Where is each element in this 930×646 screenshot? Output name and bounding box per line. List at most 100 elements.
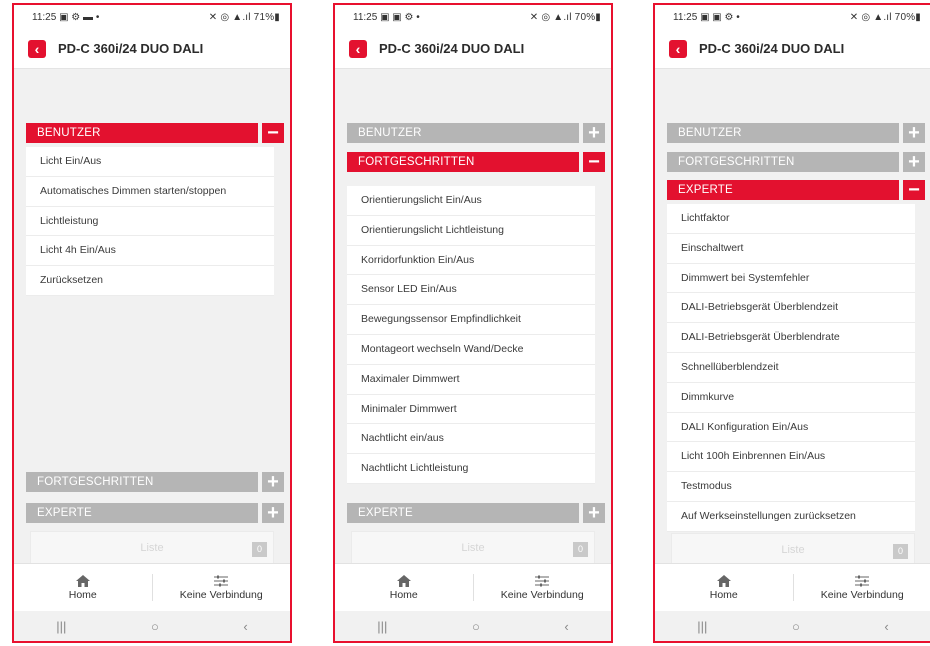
status-time: 11:25 xyxy=(353,11,378,23)
connection-label: Keine Verbindung xyxy=(820,588,904,601)
recent-apps-icon[interactable]: ||| xyxy=(377,619,387,634)
home-label: Home xyxy=(389,588,418,601)
expand-plus-icon[interactable]: + xyxy=(262,471,284,493)
list-item[interactable]: Nachtlicht ein/aus xyxy=(347,424,595,455)
section-label: EXPERTE xyxy=(667,180,899,200)
collapse-minus-icon[interactable]: − xyxy=(583,151,605,173)
list-item[interactable]: Dimmwert bei Systemfehler xyxy=(667,264,915,294)
section-fortgeschritten[interactable]: FORTGESCHRITTEN + xyxy=(667,151,925,173)
sliders-icon xyxy=(535,575,550,586)
expand-plus-icon[interactable]: + xyxy=(262,502,284,524)
liste-label: Liste xyxy=(140,542,164,554)
list-item[interactable]: Orientierungslicht Lichtleistung xyxy=(347,216,595,246)
list-item[interactable]: Licht Ein/Aus xyxy=(26,147,274,177)
liste-label: Liste xyxy=(781,544,805,556)
list-item[interactable]: Licht 4h Ein/Aus xyxy=(26,236,274,267)
section-label: EXPERTE xyxy=(26,503,258,523)
list-item[interactable]: Montageort wechseln Wand/Decke xyxy=(347,335,595,365)
list-item[interactable]: Zurücksetzen xyxy=(26,266,274,296)
settings-list: Licht Ein/Aus Automatisches Dimmen start… xyxy=(26,147,274,296)
bottom-nav: Home Keine Verbindung xyxy=(14,563,290,611)
liste-count-badge: 0 xyxy=(893,544,908,559)
status-time: 11:25 xyxy=(673,11,698,23)
settings-list: Lichtfaktor Einschaltwert Dimmwert bei S… xyxy=(667,204,915,532)
section-label: BENUTZER xyxy=(26,123,258,143)
section-benutzer[interactable]: BENUTZER + xyxy=(347,122,605,144)
bottom-nav: Home Keine Verbindung xyxy=(335,563,611,611)
section-experte[interactable]: EXPERTE + xyxy=(347,502,605,524)
list-item[interactable]: Sensor LED Ein/Aus xyxy=(347,275,595,306)
list-item[interactable]: Licht 100h Einbrennen Ein/Aus xyxy=(667,442,915,473)
bottom-nav: Home Keine Verbindung xyxy=(655,563,930,611)
home-circle-icon[interactable]: ○ xyxy=(151,619,159,634)
expand-plus-icon[interactable]: + xyxy=(903,122,925,144)
section-fortgeschritten[interactable]: FORTGESCHRITTEN + xyxy=(26,471,284,493)
list-item[interactable]: Orientierungslicht Ein/Aus xyxy=(347,186,595,216)
status-left: 11:25 ▣ ⚙ ▬ • xyxy=(32,12,99,23)
list-item[interactable]: Bewegungssensor Empfindlichkeit xyxy=(347,305,595,335)
screenshot-collage: 11:25 ▣ ⚙ ▬ • ✕ ◎ ▲.ıl 71%▮ ‹ PD-C 360i/… xyxy=(0,0,930,646)
liste-box[interactable]: Liste 0 xyxy=(351,531,595,565)
section-fortgeschritten[interactable]: FORTGESCHRITTEN − xyxy=(347,151,605,173)
home-icon xyxy=(396,574,411,587)
back-arrow-icon[interactable]: ‹ xyxy=(28,39,46,58)
recent-apps-icon[interactable]: ||| xyxy=(697,619,707,634)
home-nav-button[interactable]: Home xyxy=(655,564,793,611)
list-item[interactable]: Lichtleistung xyxy=(26,207,274,237)
collapse-minus-icon[interactable]: − xyxy=(262,122,284,144)
list-item[interactable]: Automatisches Dimmen starten/stoppen xyxy=(26,177,274,207)
list-item[interactable]: Testmodus xyxy=(667,472,915,502)
home-nav-button[interactable]: Home xyxy=(335,564,473,611)
expand-plus-icon[interactable]: + xyxy=(583,502,605,524)
list-item[interactable]: DALI-Betriebsgerät Überblendrate xyxy=(667,323,915,353)
liste-count-badge: 0 xyxy=(252,542,267,557)
list-item[interactable]: Lichtfaktor xyxy=(667,204,915,234)
back-chevron-icon[interactable]: ‹ xyxy=(884,619,888,634)
list-item[interactable]: Maximaler Dimmwert xyxy=(347,365,595,395)
home-nav-button[interactable]: Home xyxy=(14,564,152,611)
status-icons: ▣ ⚙ ▬ • xyxy=(59,11,100,23)
status-bar: 11:25 ▣ ⚙ ▬ • ✕ ◎ ▲.ıl 71%▮ xyxy=(14,5,290,29)
section-label: FORTGESCHRITTEN xyxy=(347,152,579,172)
status-right: ✕ ◎ ▲.ıl 70%▮ xyxy=(529,11,601,23)
app-header: ‹ PD-C 360i/24 DUO DALI xyxy=(14,29,290,69)
expand-plus-icon[interactable]: + xyxy=(903,151,925,173)
back-arrow-icon[interactable]: ‹ xyxy=(349,39,367,58)
home-circle-icon[interactable]: ○ xyxy=(792,619,800,634)
section-label: FORTGESCHRITTEN xyxy=(26,472,258,492)
list-item[interactable]: Nachtlicht Lichtleistung xyxy=(347,454,595,484)
connection-nav-button[interactable]: Keine Verbindung xyxy=(153,564,291,611)
list-item[interactable]: Dimmkurve xyxy=(667,383,915,413)
list-item[interactable]: DALI Konfiguration Ein/Aus xyxy=(667,413,915,443)
back-chevron-icon[interactable]: ‹ xyxy=(243,619,247,634)
collapse-minus-icon[interactable]: − xyxy=(903,179,925,201)
recent-apps-icon[interactable]: ||| xyxy=(56,619,66,634)
section-label: BENUTZER xyxy=(667,123,899,143)
list-item[interactable]: Schnellüberblendzeit xyxy=(667,353,915,383)
back-arrow-icon[interactable]: ‹ xyxy=(669,39,687,58)
system-nav-bar: ||| ○ ‹ xyxy=(14,611,290,641)
list-item[interactable]: Einschaltwert xyxy=(667,234,915,264)
home-circle-icon[interactable]: ○ xyxy=(472,619,480,634)
status-left: 11:25 ▣ ▣ ⚙ • xyxy=(353,12,420,23)
home-label: Home xyxy=(709,588,738,601)
connection-nav-button[interactable]: Keine Verbindung xyxy=(794,564,930,611)
connection-label: Keine Verbindung xyxy=(500,588,584,601)
list-item[interactable]: Korridorfunktion Ein/Aus xyxy=(347,246,595,276)
section-experte[interactable]: EXPERTE + xyxy=(26,502,284,524)
connection-label: Keine Verbindung xyxy=(179,588,263,601)
liste-box[interactable]: Liste 0 xyxy=(30,531,274,565)
list-item[interactable]: DALI-Betriebsgerät Überblendzeit xyxy=(667,293,915,324)
section-label: FORTGESCHRITTEN xyxy=(667,152,899,172)
connection-nav-button[interactable]: Keine Verbindung xyxy=(474,564,612,611)
section-benutzer[interactable]: BENUTZER − xyxy=(26,122,284,144)
section-experte[interactable]: EXPERTE − xyxy=(667,179,925,201)
list-item[interactable]: Auf Werkseinstellungen zurücksetzen xyxy=(667,502,915,532)
section-benutzer[interactable]: BENUTZER + xyxy=(667,122,925,144)
list-item[interactable]: Minimaler Dimmwert xyxy=(347,395,595,425)
liste-box[interactable]: Liste 0 xyxy=(671,533,915,567)
back-chevron-icon[interactable]: ‹ xyxy=(564,619,568,634)
status-bar: 11:25 ▣ ▣ ⚙ • ✕ ◎ ▲.ıl 70%▮ xyxy=(335,5,611,29)
liste-label: Liste xyxy=(461,542,485,554)
expand-plus-icon[interactable]: + xyxy=(583,122,605,144)
